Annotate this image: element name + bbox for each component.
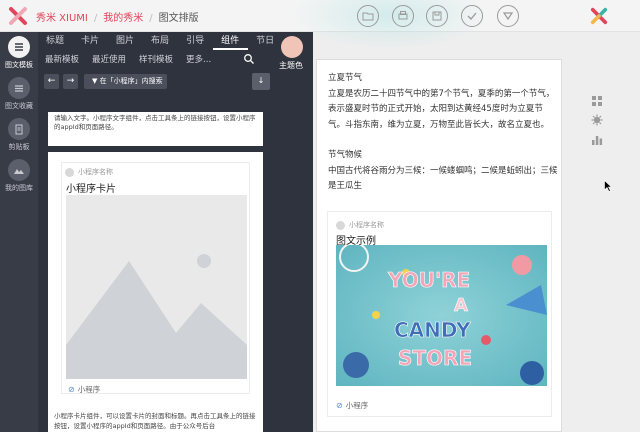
print-icon [398, 11, 408, 20]
search-icon[interactable] [243, 53, 255, 65]
candy-word: A [454, 295, 468, 316]
mini-program-icon: ⊘ [336, 401, 343, 410]
paragraph: 中国古代将谷雨分为三候：一候蝼蝈鸣；二候是蚯蚓出；三候是王瓜生 [328, 165, 558, 192]
footer-label: 小程序 [345, 401, 369, 410]
breadcrumb: 秀米 XIUMI / 我的秀米 / 图文排版 [36, 13, 199, 24]
breadcrumb-my-xiumi[interactable]: 我的秀米 [103, 13, 143, 24]
xiumi-logo[interactable] [8, 6, 28, 26]
nav-item-label: 剪贴板 [8, 143, 30, 151]
subtab-more[interactable]: 更多... [179, 54, 217, 68]
save-icon [432, 11, 442, 21]
subtab-sample[interactable]: 样刊模板 [132, 54, 179, 68]
mini-program-icon: ⊘ [68, 385, 75, 394]
save-button[interactable] [426, 5, 448, 27]
template-description: 小程序卡片组件，可以设置卡片的封面和标题。再点击工具条上的链接按钮，设置小程序的… [54, 412, 256, 430]
mini-program-header: 小程序名称 [65, 167, 113, 177]
theme-color-label: 主题色 [279, 61, 303, 70]
subtab-latest[interactable]: 最新模板 [38, 54, 85, 68]
download-button[interactable] [497, 5, 519, 27]
candy-store-image: YOU'RE A CANDY STORE [336, 245, 547, 386]
mini-program-name: 小程序名称 [78, 168, 113, 176]
subtab-recent[interactable]: 最近使用 [85, 54, 132, 68]
tab-card[interactable]: 卡片 [73, 34, 108, 50]
tab-title[interactable]: 标题 [38, 34, 73, 50]
candy-photo: YOU'RE A CANDY STORE [336, 245, 547, 386]
avatar [65, 167, 74, 177]
candy-word: YOU'RE [387, 268, 470, 292]
nav-item-templates[interactable]: 图文模板 [0, 36, 38, 70]
category-tabs: 标题 卡片 图片 布局 引导 组件 节日 [38, 34, 283, 50]
mini-program-header: 小程序名称 [336, 220, 384, 230]
left-nav: 图文模板 图文收藏 剪贴板 我的图库 [0, 32, 38, 432]
next-page-button[interactable]: → [63, 74, 78, 89]
search-scope-filter[interactable]: ▼ 在「小程序」内搜索 [84, 74, 167, 89]
placeholder-image-icon [66, 195, 247, 379]
placeholder-image [66, 195, 247, 379]
stack-icon [8, 77, 30, 99]
section-heading: 节气物候 [328, 150, 363, 160]
watercolor-decoration [290, 0, 490, 50]
check-icon [467, 12, 477, 20]
breadcrumb-home[interactable]: 秀米 XIUMI [36, 13, 88, 24]
prev-page-button[interactable]: ← [44, 74, 59, 89]
tab-image[interactable]: 图片 [108, 34, 143, 50]
candy-word: STORE [398, 346, 472, 370]
candy-lettering: YOU'RE A CANDY STORE [387, 268, 473, 371]
tab-components[interactable]: 组件 [213, 34, 249, 50]
card-title: 小程序卡片 [66, 184, 116, 195]
nav-item-label: 图文收藏 [5, 102, 33, 110]
bar-chart-icon[interactable] [591, 134, 603, 146]
gear-icon[interactable] [591, 114, 603, 126]
list-icon [8, 36, 30, 58]
download-icon [502, 12, 514, 21]
mini-program-text-template[interactable]: 请输入文字。小程序文字组件，点击工具条上的链接按钮，设置小程序的appId和页面… [48, 112, 263, 146]
mini-program-footer: ⊘ 小程序 [68, 384, 100, 395]
top-bar: 秀米 XIUMI / 我的秀米 / 图文排版 [0, 0, 640, 50]
nav-item-favorites[interactable]: 图文收藏 [0, 77, 38, 111]
mini-program-card[interactable]: 小程序名称 图文示例 YOU'RE A CANDY STORE ⊘ 小程序 [327, 211, 552, 417]
mini-program-card-preview: 小程序名称 小程序卡片 ⊘ 小程序 [61, 162, 250, 394]
template-panel: 标题 卡片 图片 布局 引导 组件 节日 最新模板 最近使用 样刊模板 更多..… [38, 32, 313, 432]
footer-label: 小程序 [77, 385, 101, 394]
mini-program-card-template[interactable]: 小程序名称 小程序卡片 ⊘ 小程序 小程序卡片组件，可以设置卡片的封面和标题。再… [48, 152, 263, 432]
open-folder-button[interactable] [357, 5, 379, 27]
article-canvas[interactable]: 立夏节气 立夏是农历二十四节气中的第7个节气，夏季的第一个节气，表示盛夏时节的正… [316, 59, 562, 432]
xiumi-logo-right [590, 7, 608, 25]
image-icon [8, 159, 30, 181]
mouse-cursor-icon [604, 180, 612, 192]
nav-item-clipboard[interactable]: 剪贴板 [0, 118, 38, 152]
clipboard-icon [8, 118, 30, 140]
section-heading: 立夏节气 [328, 73, 363, 83]
article-body: 立夏节气 立夏是农历二十四节气中的第7个节气，夏季的第一个节气，表示盛夏时节的正… [328, 71, 558, 195]
nav-item-gallery[interactable]: 我的图库 [0, 159, 38, 193]
folder-icon [362, 12, 374, 21]
theme-color-swatch[interactable] [281, 36, 303, 58]
filter-label: 在「小程序」内搜索 [99, 77, 163, 85]
mini-program-name: 小程序名称 [349, 221, 384, 229]
template-description: 请输入文字。小程序文字组件，点击工具条上的链接按钮，设置小程序的appId和页面… [54, 114, 256, 131]
avatar [336, 220, 345, 230]
nav-item-label: 我的图库 [5, 184, 33, 192]
print-button[interactable] [392, 5, 414, 27]
tab-festival[interactable]: 节日 [248, 34, 283, 50]
confirm-button[interactable] [461, 5, 483, 27]
candy-word: CANDY [394, 318, 471, 342]
nav-item-label: 图文模板 [5, 61, 33, 69]
tab-layout[interactable]: 布局 [143, 34, 178, 50]
paragraph: 立夏是农历二十四节气中的第7个节气，夏季的第一个节气，表示盛夏时节的正式开始，太… [328, 88, 555, 130]
subtabs: 最新模板 最近使用 样刊模板 更多... [38, 54, 217, 68]
filter-icon: ▼ [92, 77, 100, 85]
breadcrumb-current: 图文排版 [158, 13, 199, 24]
tab-guide[interactable]: 引导 [178, 34, 213, 50]
sort-button[interactable]: ↓ [252, 73, 270, 90]
grid-icon[interactable] [591, 95, 603, 107]
mini-program-footer: ⊘ 小程序 [336, 400, 368, 411]
